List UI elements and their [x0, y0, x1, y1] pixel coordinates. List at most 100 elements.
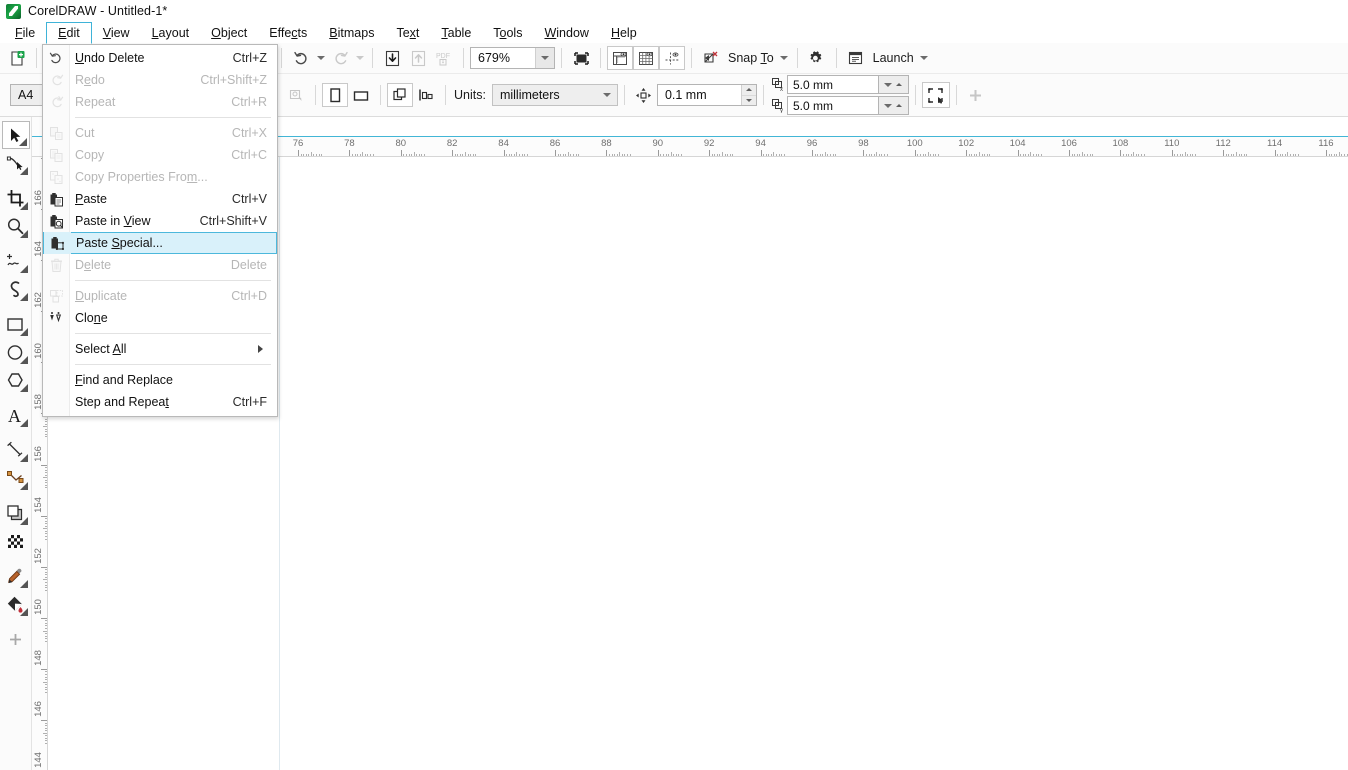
- add-tool-button[interactable]: [2, 625, 30, 653]
- ruler-minor-tick: [414, 152, 415, 156]
- artistic-media-tool[interactable]: [2, 275, 30, 303]
- freehand-tool[interactable]: [2, 247, 30, 275]
- pick-tool-flyout-arrow[interactable]: [19, 138, 27, 146]
- text-tool[interactable]: A: [2, 401, 30, 429]
- menu-item-paste[interactable]: Paste Ctrl+V: [43, 188, 277, 210]
- artistic-media-tool-flyout-arrow[interactable]: [20, 293, 28, 301]
- ruler-minor-tick: [45, 628, 47, 629]
- ruler-minor-tick: [306, 154, 307, 156]
- zoom-level-value[interactable]: 679%: [471, 48, 535, 68]
- zoom-level-dropdown-arrow[interactable]: [535, 48, 554, 68]
- ruler-label: 102: [958, 138, 974, 149]
- new-document-icon[interactable]: [4, 46, 30, 70]
- menu-item-step-and-repeat[interactable]: Step and Repeat Ctrl+F: [43, 391, 277, 413]
- gear-icon[interactable]: [804, 46, 830, 70]
- color-eyedropper-tool-flyout-arrow[interactable]: [20, 580, 28, 588]
- color-eyedropper-tool[interactable]: [2, 562, 30, 590]
- import-icon[interactable]: [379, 46, 405, 70]
- menu-window[interactable]: Window: [533, 22, 599, 43]
- repeat-icon: [43, 91, 70, 113]
- interactive-fill-tool[interactable]: [2, 590, 30, 618]
- straight-line-connector-tool[interactable]: [2, 464, 30, 492]
- menu-layout[interactable]: Layout: [141, 22, 201, 43]
- full-screen-preview-icon[interactable]: [568, 46, 594, 70]
- transparency-tool[interactable]: [2, 527, 30, 555]
- drop-shadow-tool-flyout-arrow[interactable]: [20, 517, 28, 525]
- units-combo[interactable]: millimeters: [492, 84, 618, 106]
- freehand-tool-flyout-arrow[interactable]: [20, 265, 28, 273]
- menu-item-undo-delete[interactable]: Undo Delete Ctrl+Z: [43, 47, 277, 69]
- menu-view[interactable]: View: [92, 22, 141, 43]
- ruler-minor-tick: [45, 523, 47, 524]
- duplicate-x-spinner[interactable]: [879, 75, 909, 94]
- shape-tool-flyout-arrow[interactable]: [20, 167, 28, 175]
- nudge-spinner-up[interactable]: [742, 85, 756, 96]
- menu-tools[interactable]: Tools: [482, 22, 533, 43]
- duplicate-y-value[interactable]: 5.0 mm: [787, 96, 879, 115]
- parallel-dimension-tool[interactable]: [2, 436, 30, 464]
- launch-icon[interactable]: [843, 46, 869, 70]
- shape-tool[interactable]: [2, 149, 30, 177]
- crop-tool-flyout-arrow[interactable]: [20, 202, 28, 210]
- add-toolbar-item-icon[interactable]: [963, 83, 989, 107]
- current-page-icon[interactable]: [413, 83, 439, 107]
- ruler-minor-tick: [619, 152, 620, 156]
- nudge-distance-spinner[interactable]: [741, 85, 756, 105]
- menu-text[interactable]: Text: [385, 22, 430, 43]
- landscape-orientation-icon[interactable]: [348, 83, 374, 107]
- interactive-fill-tool-flyout-arrow[interactable]: [20, 608, 28, 616]
- duplicate-x-value[interactable]: 5.0 mm: [787, 75, 879, 94]
- ellipse-tool[interactable]: [2, 338, 30, 366]
- undo-icon[interactable]: [288, 46, 314, 70]
- show-rulers-icon[interactable]: [607, 46, 633, 70]
- menu-object[interactable]: Object: [200, 22, 258, 43]
- menu-bitmaps[interactable]: Bitmaps: [318, 22, 385, 43]
- nudge-distance-field[interactable]: 0.1 mm: [657, 84, 757, 106]
- polygon-tool[interactable]: [2, 366, 30, 394]
- text-tool-flyout-arrow[interactable]: [20, 419, 28, 427]
- duplicate-y-spinner[interactable]: [879, 96, 909, 115]
- ruler-minor-tick: [822, 154, 823, 156]
- parallel-dimension-tool-flyout-arrow[interactable]: [20, 454, 28, 462]
- zoom-tool[interactable]: [2, 212, 30, 240]
- coreldraw-balloon-logo-icon: [6, 4, 21, 19]
- zoom-tool-flyout-arrow[interactable]: [20, 230, 28, 238]
- menu-help[interactable]: Help: [600, 22, 648, 43]
- ellipse-tool-flyout-arrow[interactable]: [20, 356, 28, 364]
- polygon-tool-flyout-arrow[interactable]: [20, 384, 28, 392]
- menu-item-duplicate: Duplicate Ctrl+D: [43, 285, 277, 307]
- nudge-spinner-down[interactable]: [742, 96, 756, 106]
- show-grid-icon[interactable]: [633, 46, 659, 70]
- crop-tool[interactable]: [2, 184, 30, 212]
- all-pages-icon[interactable]: [387, 83, 413, 107]
- undo-dropdown-arrow[interactable]: [314, 46, 327, 70]
- menu-edit[interactable]: Edit: [46, 22, 92, 44]
- pick-tool[interactable]: [2, 121, 30, 149]
- launch-label[interactable]: Launch: [869, 51, 918, 65]
- snap-to-label[interactable]: Snap To: [724, 51, 778, 65]
- menu-item-paste-in-view[interactable]: Paste in View Ctrl+Shift+V: [43, 210, 277, 232]
- menu-table[interactable]: Table: [430, 22, 482, 43]
- nudge-distance-value[interactable]: 0.1 mm: [658, 85, 741, 105]
- toolbar-separator: [463, 48, 464, 68]
- straight-line-connector-tool-flyout-arrow[interactable]: [20, 482, 28, 490]
- menu-file[interactable]: File: [4, 22, 46, 43]
- rectangle-tool[interactable]: [2, 310, 30, 338]
- menu-item-find-and-replace[interactable]: Find and Replace: [43, 369, 277, 391]
- zoom-level-combo[interactable]: 679%: [470, 47, 555, 69]
- show-guides-icon[interactable]: [659, 46, 685, 70]
- snap-to-dropdown-arrow[interactable]: [778, 46, 791, 70]
- edit-bitmap-icon[interactable]: [922, 82, 950, 108]
- drop-shadow-tool[interactable]: [2, 499, 30, 527]
- menu-item-clone[interactable]: Clone: [43, 307, 277, 329]
- rectangle-tool-flyout-arrow[interactable]: [20, 328, 28, 336]
- menu-effects[interactable]: Effects: [258, 22, 318, 43]
- portrait-orientation-icon[interactable]: [322, 83, 348, 107]
- menu-item-select-all[interactable]: Select All: [43, 338, 277, 360]
- ruler-minor-tick: [712, 154, 713, 156]
- snap-to-icon[interactable]: [698, 46, 724, 70]
- units-value[interactable]: millimeters: [493, 85, 598, 105]
- menu-item-paste-special[interactable]: Paste Special...: [43, 232, 277, 254]
- units-dropdown-arrow[interactable]: [598, 85, 617, 105]
- launch-dropdown-arrow[interactable]: [918, 46, 931, 70]
